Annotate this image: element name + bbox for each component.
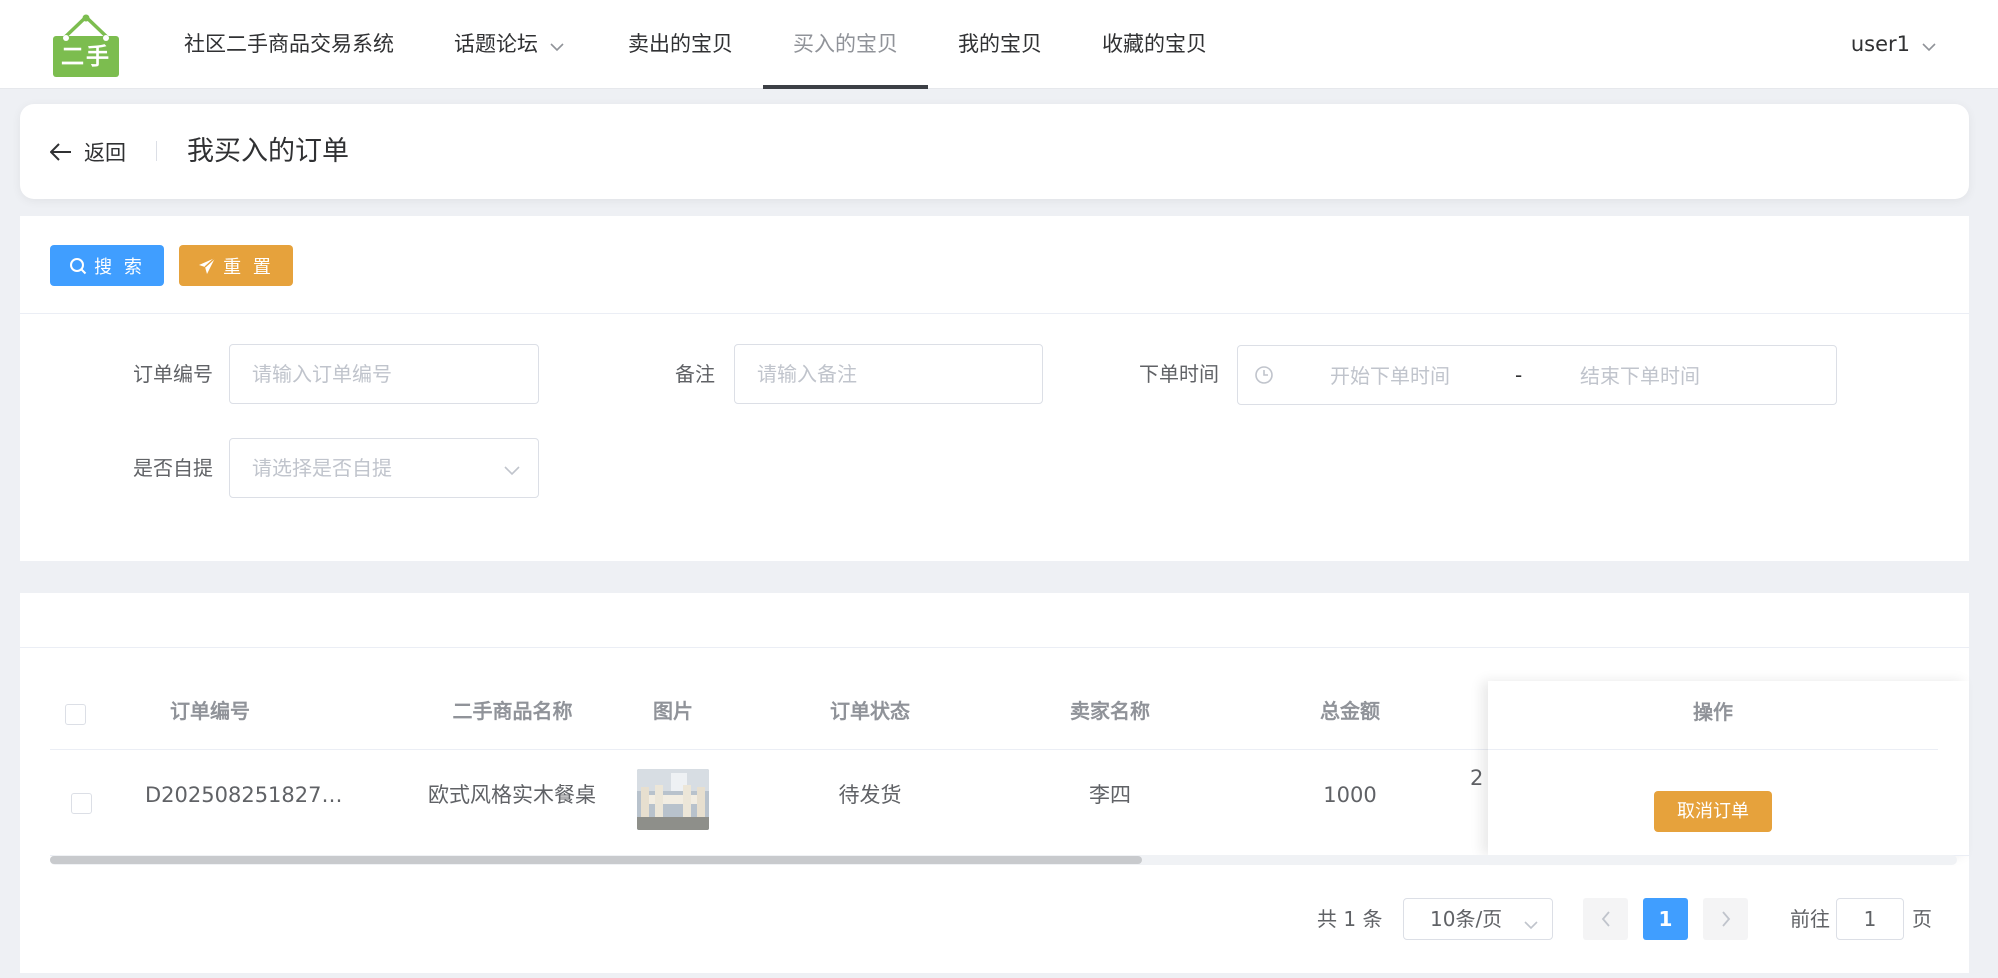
self-pickup-select[interactable]: 请选择是否自提 — [229, 438, 539, 498]
self-pickup-placeholder: 请选择是否自提 — [252, 456, 392, 480]
header-row-border — [50, 749, 1517, 750]
col-product-name: 二手商品名称 — [452, 699, 573, 723]
cell-order-status: 待发货 — [838, 783, 902, 807]
cell-seller-name: 李四 — [1089, 783, 1131, 807]
order-no-label: 订单编号 — [133, 362, 213, 386]
col-total-amount: 总金额 — [1320, 699, 1380, 723]
page-number-current[interactable]: 1 — [1643, 898, 1688, 940]
page-size-value: 10条/页 — [1430, 907, 1503, 931]
pagination-total: 共 1 条 — [1317, 907, 1383, 931]
select-all-checkbox[interactable] — [65, 704, 86, 725]
start-time-placeholder: 开始下单时间 — [1330, 364, 1450, 388]
row-checkbox[interactable] — [71, 793, 92, 814]
horizontal-scrollbar-thumb[interactable] — [50, 856, 1142, 864]
back-label: 返回 — [84, 140, 126, 165]
range-separator: - — [1515, 363, 1523, 387]
nav-forum-label: 话题论坛 — [454, 32, 538, 56]
divider — [20, 313, 1969, 314]
next-page-button[interactable] — [1703, 898, 1748, 940]
search-button[interactable]: 搜 索 — [50, 245, 164, 286]
col-actions: 操作 — [1488, 681, 1938, 750]
remark-input[interactable] — [734, 344, 1043, 404]
title-divider — [156, 141, 157, 161]
back-button[interactable]: 返回 — [50, 104, 126, 199]
chevron-down-icon — [1922, 1, 1936, 90]
order-time-label: 下单时间 — [1139, 362, 1219, 386]
self-pickup-label: 是否自提 — [133, 456, 213, 480]
order-no-input[interactable] — [229, 344, 539, 404]
chevron-down-icon — [550, 1, 564, 90]
filter-card: 搜 索 重 置 订单编号 备注 下单时间 开始下单时间 - 结束下单时间 是否自… — [20, 216, 1969, 561]
active-tab-indicator — [763, 85, 928, 89]
col-image: 图片 — [653, 699, 693, 723]
order-time-range-picker[interactable]: 开始下单时间 - 结束下单时间 — [1237, 345, 1837, 405]
chevron-down-icon — [1524, 915, 1538, 934]
page-title: 我买入的订单 — [187, 136, 349, 167]
nav-forum[interactable]: 话题论坛 — [454, 0, 564, 89]
cell-total-amount: 1000 — [1323, 783, 1377, 807]
goto-page-input[interactable] — [1836, 898, 1904, 940]
col-order-status: 订单状态 — [830, 699, 910, 723]
nav-home[interactable]: 社区二手商品交易系统 — [184, 0, 394, 89]
fixed-action-column: 操作 取消订单 — [1488, 681, 1969, 855]
nav-bought[interactable]: 买入的宝贝 — [793, 0, 898, 89]
page-size-select[interactable]: 10条/页 — [1403, 898, 1553, 940]
col-order-no: 订单编号 — [170, 699, 250, 723]
page-header-card: 返回 我买入的订单 — [20, 104, 1969, 199]
page-suffix: 页 — [1912, 907, 1932, 931]
chevron-right-icon — [1721, 911, 1730, 927]
arrow-left-icon — [50, 142, 71, 161]
username: user1 — [1850, 32, 1910, 56]
goto-label: 前往 — [1790, 907, 1830, 931]
reset-button-label: 重 置 — [223, 256, 274, 278]
top-navbar: 二手 社区二手商品交易系统 话题论坛 卖出的宝贝 买入的宝贝 我的宝贝 收藏的宝… — [0, 0, 1998, 89]
chevron-left-icon — [1601, 911, 1610, 927]
end-time-placeholder: 结束下单时间 — [1580, 364, 1700, 388]
product-thumbnail[interactable] — [637, 769, 709, 830]
reset-button[interactable]: 重 置 — [179, 245, 293, 286]
cell-product-name: 欧式风格实木餐桌 — [428, 783, 596, 807]
nav-favorites[interactable]: 收藏的宝贝 — [1102, 0, 1207, 89]
search-icon — [70, 257, 87, 274]
remark-label: 备注 — [675, 362, 715, 386]
orders-table-card: 订单编号 二手商品名称 图片 订单状态 卖家名称 总金额 D2025082518… — [20, 593, 1970, 973]
search-button-label: 搜 索 — [94, 256, 145, 278]
cell-order-no: D20250825182715... — [145, 783, 355, 807]
clock-icon — [1254, 365, 1274, 389]
col-seller-name: 卖家名称 — [1070, 699, 1150, 723]
nav-my-items[interactable]: 我的宝贝 — [958, 0, 1042, 89]
user-menu[interactable]: user1 — [1851, 0, 1936, 89]
cancel-order-button[interactable]: 取消订单 — [1654, 791, 1772, 832]
chevron-down-icon — [504, 461, 520, 480]
logo-text: 二手 — [61, 44, 111, 70]
nav-sold[interactable]: 卖出的宝贝 — [628, 0, 733, 89]
send-icon — [199, 256, 216, 274]
divider — [20, 647, 1969, 648]
prev-page-button[interactable] — [1583, 898, 1628, 940]
logo-icon[interactable]: 二手 — [52, 14, 120, 78]
